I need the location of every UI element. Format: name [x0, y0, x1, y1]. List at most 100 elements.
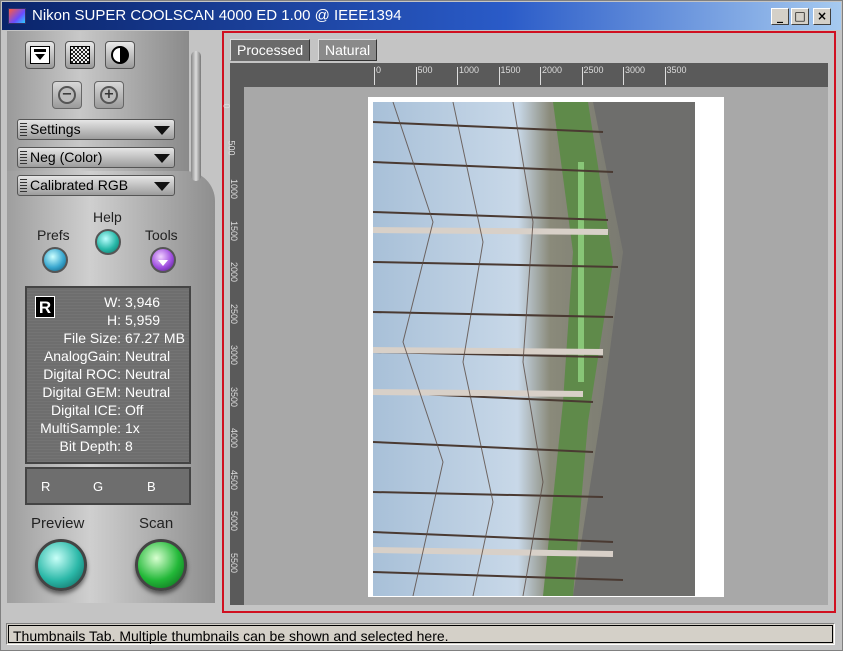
- status-text: Thumbnails Tab. Multiple thumbnails can …: [8, 625, 833, 644]
- ruler-tick: [498, 67, 500, 85]
- ruler-tick: [664, 67, 666, 85]
- info-row: MultiSample: 1x: [27, 420, 193, 438]
- settings-dropdown-value: Settings: [30, 121, 81, 137]
- park-trees-photo: [373, 102, 695, 596]
- ruler-tick-label: 1500: [229, 220, 240, 241]
- rgb-readout: R G B: [25, 467, 191, 505]
- zoom-out-icon: −: [58, 86, 76, 104]
- grain-filter-button[interactable]: [65, 41, 95, 69]
- exposure-button[interactable]: [105, 41, 135, 69]
- film-eject-icon: [30, 46, 50, 64]
- chevron-down-icon: [154, 154, 170, 163]
- app-window: Nikon SUPER COOLSCAN 4000 ED 1.00 @ IEEE…: [0, 0, 843, 651]
- ruler-tick-label: 500: [417, 65, 433, 75]
- ruler-tick-label: 4000: [229, 427, 240, 449]
- zoom-in-button[interactable]: +: [94, 81, 124, 109]
- red-label: R: [41, 479, 51, 494]
- info-row: Bit Depth: 8: [27, 438, 193, 456]
- info-row: Digital ROC: Neutral: [27, 366, 193, 384]
- info-row-label: File Size:: [63, 330, 121, 346]
- info-row-value: 67.27 MB: [125, 330, 185, 346]
- close-button[interactable]: ×: [813, 8, 831, 25]
- exposure-icon: [110, 46, 130, 64]
- grip-icon: [20, 123, 27, 136]
- info-row-value: Neutral: [125, 366, 171, 382]
- film-eject-button[interactable]: [25, 41, 55, 69]
- info-row: AnalogGain: Neutral: [27, 348, 193, 366]
- height-label: H:: [107, 312, 121, 328]
- preview-button[interactable]: [35, 539, 87, 591]
- ruler-tick-label: 0: [376, 65, 382, 75]
- info-row-value: 1x: [125, 420, 140, 436]
- info-row-label: AnalogGain:: [43, 348, 121, 364]
- ruler-tick-label: 2500: [583, 65, 604, 75]
- tools-arrow-icon: [158, 260, 168, 266]
- ruler-tick-label: 3000: [625, 65, 646, 75]
- info-row-label: Digital GEM:: [42, 384, 121, 400]
- app-icon: [8, 8, 26, 24]
- tools-button[interactable]: [150, 247, 176, 273]
- ruler-tick-label: 1000: [229, 178, 240, 200]
- prefs-button[interactable]: [42, 247, 68, 273]
- info-row-label: Digital ICE:: [50, 402, 121, 418]
- window-title: Nikon SUPER COOLSCAN 4000 ED 1.00 @ IEEE…: [32, 7, 402, 24]
- info-row-label: Digital ROC:: [43, 366, 121, 382]
- control-panel: − + Settings Neg (Color) Calibrated RGB …: [7, 31, 215, 603]
- preview-canvas[interactable]: [244, 87, 828, 605]
- chevron-down-icon: [154, 126, 170, 135]
- green-label: G: [93, 479, 104, 494]
- title-bar[interactable]: Nikon SUPER COOLSCAN 4000 ED 1.00 @ IEEE…: [2, 2, 841, 30]
- info-row: Digital GEM: Neutral: [27, 384, 193, 402]
- ruler-tick-label: 2000: [542, 65, 563, 75]
- width-row: W: 3,946: [27, 294, 193, 312]
- scan-info-panel: R W: 3,946 H: 5,959 File Size: 67.27 MB An…: [25, 286, 191, 464]
- panel-slider-handle[interactable]: [191, 51, 201, 181]
- minimize-button[interactable]: _: [771, 8, 789, 25]
- grip-icon: [20, 179, 27, 192]
- settings-dropdown[interactable]: Settings: [17, 119, 175, 140]
- grip-icon: [20, 151, 27, 164]
- film-type-dropdown[interactable]: Neg (Color): [17, 147, 175, 168]
- ruler-tick: [623, 67, 624, 85]
- help-label: Help: [93, 209, 122, 225]
- width-label: W:: [104, 294, 121, 310]
- width-value: 3,946: [125, 294, 161, 310]
- tools-label: Tools: [145, 227, 178, 243]
- prefs-label: Prefs: [37, 227, 70, 243]
- height-row: H: 5,959: [27, 312, 193, 330]
- help-button[interactable]: [95, 229, 121, 255]
- ruler-tick-label: 3500: [229, 386, 240, 407]
- ruler-tick-label: 2000: [229, 261, 240, 283]
- ruler-tick-label: 3000: [229, 344, 240, 366]
- info-row-value: Neutral: [125, 348, 171, 364]
- info-row: Digital ICE: Off: [27, 402, 193, 420]
- ruler-tick: [457, 67, 458, 85]
- ruler-tick-label: 5500: [229, 552, 240, 573]
- maximize-button[interactable]: □: [791, 8, 809, 25]
- ruler-tick: [374, 67, 375, 85]
- thumbnail-frame[interactable]: [368, 97, 724, 597]
- scan-label: Scan: [139, 515, 174, 532]
- info-row: File Size: 67.27 MB: [27, 330, 193, 348]
- ruler-tick: [540, 67, 541, 85]
- tab-natural[interactable]: Natural: [318, 39, 378, 61]
- info-row-label: Bit Depth:: [59, 438, 121, 454]
- info-row-label: MultiSample:: [40, 420, 121, 436]
- color-space-dropdown[interactable]: Calibrated RGB: [17, 175, 175, 196]
- scan-button[interactable]: [135, 539, 187, 591]
- film-type-dropdown-value: Neg (Color): [30, 149, 103, 165]
- height-value: 5,959: [125, 312, 161, 328]
- info-row-value: Neutral: [125, 384, 171, 400]
- zoom-in-icon: +: [100, 86, 118, 104]
- status-bar: Thumbnails Tab. Multiple thumbnails can …: [6, 623, 835, 645]
- info-row-value: 8: [125, 438, 133, 454]
- ruler-tick-label: 500: [226, 139, 237, 156]
- ruler-tick: [415, 67, 417, 85]
- tab-processed[interactable]: Processed: [230, 39, 311, 61]
- preview-area: Processed Natural 0 500 1000 1500 2000 2500 30…: [222, 31, 836, 613]
- preview-label: Preview: [31, 515, 85, 532]
- zoom-out-button[interactable]: −: [52, 81, 82, 109]
- ruler-tick-label: 1000: [459, 65, 480, 75]
- color-space-dropdown-value: Calibrated RGB: [30, 177, 129, 193]
- vertical-ruler: 0 500 1000 1500 2000 2500 3000 3500 4000 4500 5000…: [222, 87, 244, 605]
